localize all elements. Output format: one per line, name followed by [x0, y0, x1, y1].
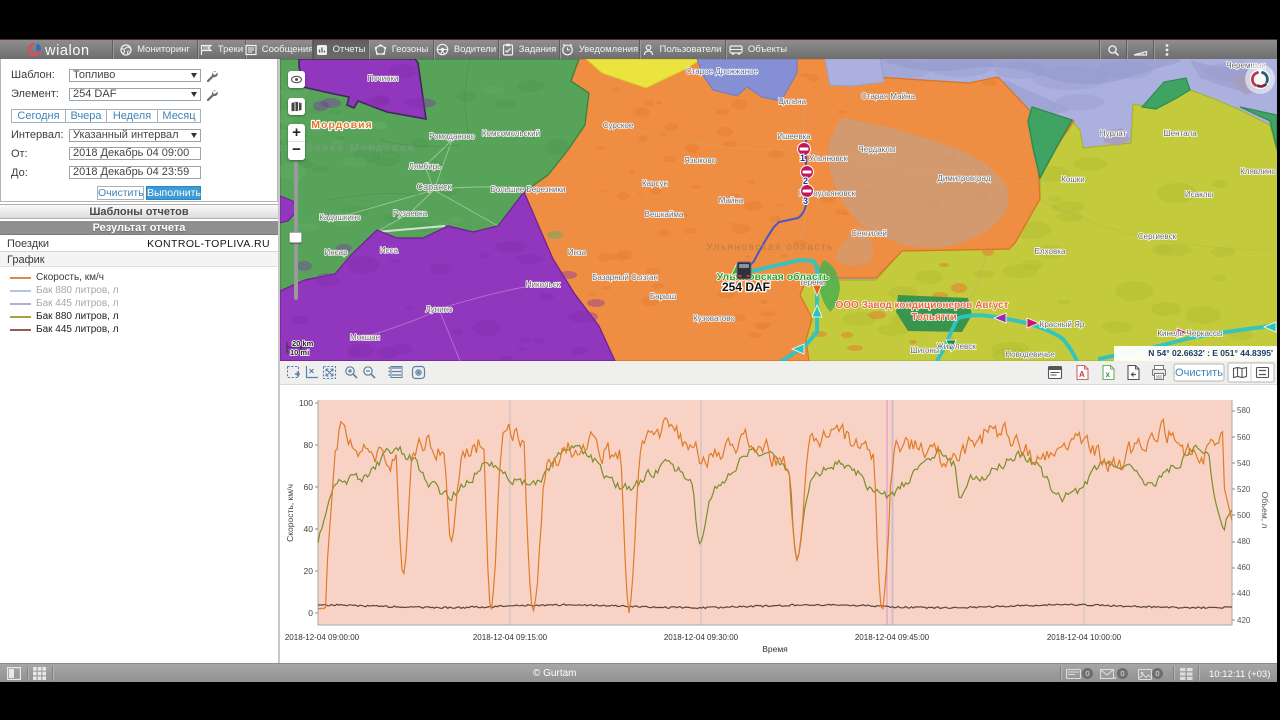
svg-text:Мордовия: Мордовия [311, 119, 372, 131]
svg-text:Вешкайма: Вешкайма [645, 210, 684, 219]
svg-text:Сурское: Сурское [603, 121, 634, 130]
svg-text:Исаклы: Исаклы [1185, 190, 1213, 199]
svg-text:Кинель-Черкассы: Кинель-Черкассы [1157, 329, 1223, 338]
svg-text:Комсомольский: Комсомольский [482, 129, 540, 138]
svg-text:Цильна: Цильна [778, 97, 807, 106]
svg-text:Инсар: Инсар [324, 248, 348, 257]
svg-text:100: 100 [299, 398, 313, 408]
svg-text:Сергиевск: Сергиевск [1138, 232, 1177, 241]
svg-text:Ишеевка: Ишеевка [777, 132, 811, 141]
svg-text:A: A [1079, 370, 1085, 379]
svg-text:Карсун: Карсун [642, 179, 668, 188]
svg-text:Время: Время [762, 644, 788, 654]
svg-text:Базарный Сызган: Базарный Сызган [592, 273, 658, 282]
svg-text:520: 520 [1237, 485, 1251, 494]
svg-text:420: 420 [1237, 616, 1251, 625]
svg-text:2018-12-04 09:15:00: 2018-12-04 09:15:00 [473, 633, 548, 642]
svg-text:Кузоватово: Кузоватово [693, 314, 735, 323]
svg-text:60: 60 [304, 482, 314, 492]
svg-text:Лунино: Лунино [425, 305, 453, 314]
svg-text:Языково: Языково [684, 156, 716, 165]
svg-text:ООО Завод кондиционеров Август: ООО Завод кондиционеров Август [835, 300, 1008, 311]
svg-text:3: 3 [803, 196, 808, 206]
svg-text:460: 460 [1237, 563, 1251, 572]
svg-text:2018-12-04 09:45:00: 2018-12-04 09:45:00 [855, 633, 930, 642]
svg-text:Старая Майна: Старая Майна [861, 92, 915, 101]
svg-text:Сенгилей: Сенгилей [851, 229, 887, 238]
svg-text:Кошки: Кошки [1061, 175, 1085, 184]
svg-text:1: 1 [800, 153, 805, 163]
svg-text:2018-12-04 09:30:00: 2018-12-04 09:30:00 [664, 633, 739, 642]
svg-text:540: 540 [1237, 459, 1251, 468]
svg-text:Исса: Исса [380, 246, 399, 255]
svg-text:Димитровград: Димитровград [937, 174, 990, 183]
svg-text:40: 40 [304, 524, 314, 534]
svg-text:Лямбирь: Лямбирь [409, 162, 442, 171]
svg-text:Объем, л: Объем, л [1260, 492, 1270, 529]
svg-text:Рузаевка: Рузаевка [393, 209, 428, 218]
svg-text:Очистить: Очистить [1175, 367, 1223, 379]
svg-text:x: x [1106, 370, 1111, 379]
svg-text:Кадошкино: Кадошкино [319, 213, 361, 222]
svg-text:Красный Яр: Красный Яр [1040, 320, 1085, 329]
svg-text:560: 560 [1237, 433, 1251, 442]
svg-text:Майна: Майна [719, 196, 744, 205]
svg-text:Ульяновская область: Ульяновская область [706, 241, 833, 253]
svg-text:Шентала: Шентала [1163, 129, 1197, 138]
svg-text:Ромоданово: Ромоданово [429, 132, 475, 141]
svg-text:Клявлино: Клявлино [1240, 167, 1276, 176]
svg-text:Саранск: Саранск [416, 182, 451, 192]
svg-text:Чердаклы: Чердаклы [858, 145, 895, 154]
svg-text:480: 480 [1237, 537, 1251, 546]
svg-text:440: 440 [1237, 589, 1251, 598]
svg-text:Большие Березники: Большие Березники [491, 185, 566, 194]
svg-text:2018-12-04 10:00:00: 2018-12-04 10:00:00 [1047, 633, 1122, 642]
svg-text:Мокшан: Мокшан [350, 333, 380, 342]
svg-text:254 DAF: 254 DAF [722, 280, 770, 294]
svg-text:Елховка: Елховка [1035, 247, 1066, 256]
svg-text:0: 0 [308, 608, 313, 618]
svg-text:Старое Дрожжаное: Старое Дрожжаное [686, 67, 759, 76]
svg-text:Никольск: Никольск [526, 280, 561, 289]
svg-text:2018-12-04 09:00:00: 2018-12-04 09:00:00 [285, 633, 360, 642]
svg-text:Жигулевск: Жигулевск [936, 342, 976, 351]
svg-text:10 mi: 10 mi [290, 348, 309, 357]
svg-text:80: 80 [304, 440, 314, 450]
svg-text:wialon: wialon [44, 43, 90, 58]
svg-text:Новодевичье: Новодевичье [1005, 350, 1055, 359]
svg-text:Скорость, км/ч: Скорость, км/ч [285, 484, 295, 542]
svg-text:500: 500 [1237, 511, 1251, 520]
svg-text:Починки: Починки [367, 74, 398, 83]
svg-text:Инза: Инза [568, 248, 587, 257]
svg-text:N 54° 02.6632' : E 051° 44.839: N 54° 02.6632' : E 051° 44.8395' [1148, 348, 1273, 358]
svg-text:Барыш: Барыш [650, 292, 676, 301]
svg-text:Нурлат: Нурлат [1100, 129, 1127, 138]
svg-text:580: 580 [1237, 406, 1251, 415]
svg-text:Ульяновск: Ульяновск [809, 154, 848, 163]
svg-text:Тольятти: Тольятти [911, 312, 957, 323]
svg-text:20: 20 [304, 566, 314, 576]
svg-text:20 km: 20 km [292, 339, 314, 348]
